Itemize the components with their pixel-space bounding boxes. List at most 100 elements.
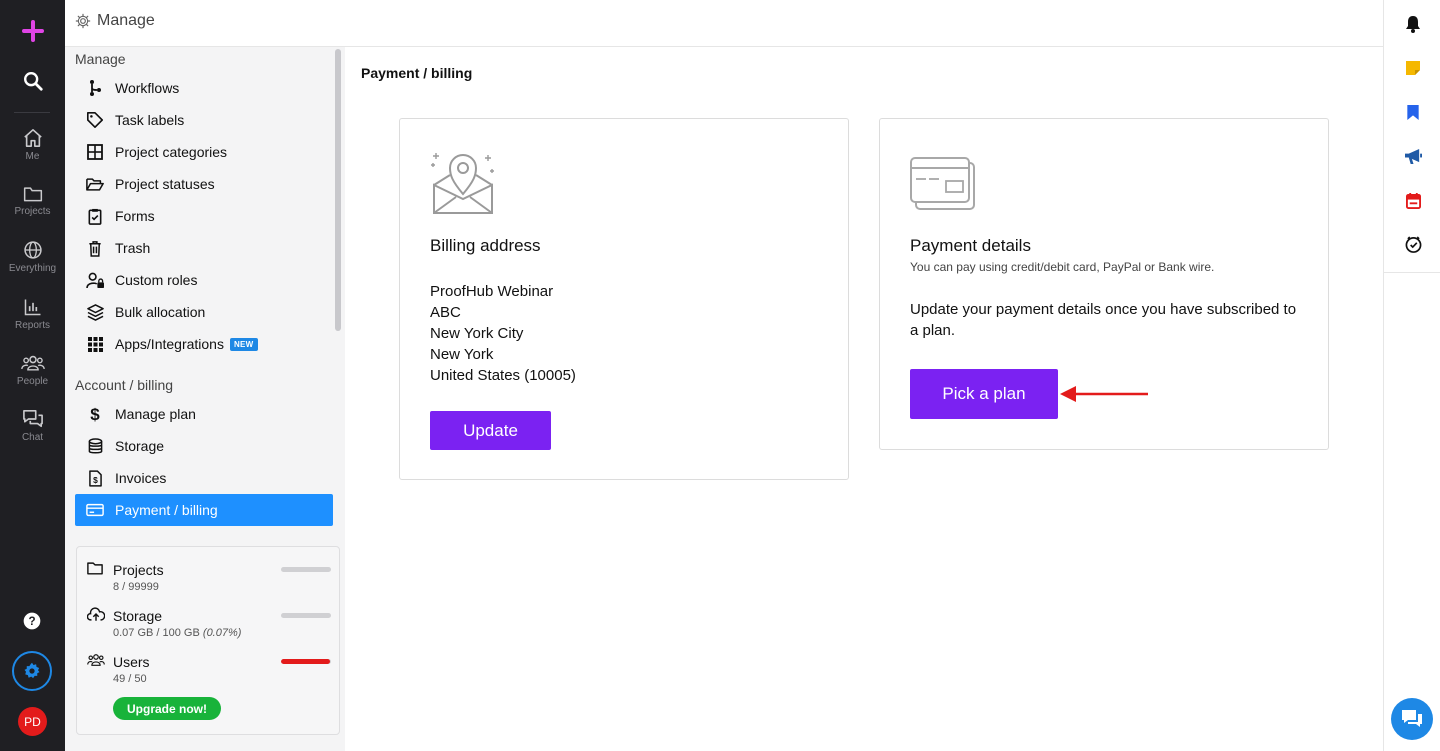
chat-widget-button[interactable] <box>1391 698 1433 740</box>
notifications-button[interactable] <box>1403 14 1423 34</box>
sidebar-item-bulk-allocation[interactable]: Bulk allocation <box>75 296 333 328</box>
notes-button[interactable] <box>1403 58 1423 78</box>
payment-message: Update your payment details once you hav… <box>910 301 1297 339</box>
sidebar-item-apps-integrations[interactable]: Apps/Integrations NEW <box>75 328 333 360</box>
svg-text:$: $ <box>93 475 98 485</box>
sidebar-item-payment-billing[interactable]: Payment / billing <box>75 494 333 526</box>
chat-icon <box>22 410 43 428</box>
sidebar-item-label: Payment / billing <box>115 502 218 518</box>
calendar-button[interactable] <box>1403 190 1423 210</box>
gear-outline-icon <box>75 13 91 29</box>
sidebar-item-invoices[interactable]: $ Invoices <box>75 462 333 494</box>
sidebar-item-trash[interactable]: Trash <box>75 232 333 264</box>
sidebar-item-label: Project categories <box>115 144 228 160</box>
sidebar-item-label: Workflows <box>115 80 180 96</box>
sidebar-item-label: Custom roles <box>115 272 198 288</box>
rail-item-label: Chat <box>21 432 44 443</box>
search-icon[interactable] <box>22 70 44 92</box>
page-title: Manage <box>75 12 155 30</box>
help-icon[interactable]: ? <box>22 611 42 631</box>
breadcrumb: Payment / billing <box>361 65 473 81</box>
trash-icon <box>89 240 101 257</box>
upgrade-button[interactable]: Upgrade now! <box>113 697 221 720</box>
usage-label: Users <box>113 654 150 670</box>
card-title: Billing address <box>430 236 541 255</box>
clock-check-icon <box>1405 235 1421 253</box>
sidebar-heading-billing: Account / billing <box>75 377 174 393</box>
rail-item-me[interactable]: Me <box>0 128 65 162</box>
sidebar-item-custom-roles[interactable]: Custom roles <box>75 264 333 296</box>
sidebar-item-label: Forms <box>115 208 155 224</box>
bookmarks-button[interactable] <box>1403 102 1423 122</box>
svg-text:?: ? <box>28 615 35 628</box>
usage-bar-projects <box>281 567 331 572</box>
chart-icon <box>24 299 40 316</box>
settings-button[interactable] <box>12 651 52 691</box>
sidebar-item-label: Project statuses <box>115 176 215 192</box>
usage-label: Projects <box>113 562 164 578</box>
add-icon[interactable] <box>20 18 46 44</box>
payment-details-text: Payment details You can pay using credit… <box>910 236 1305 341</box>
rail-item-reports[interactable]: Reports <box>0 297 65 331</box>
card-title: Payment details <box>910 236 1031 255</box>
tag-icon <box>86 111 104 129</box>
new-badge: NEW <box>229 337 258 351</box>
sidebar-scrollbar[interactable] <box>335 49 341 331</box>
home-icon <box>23 129 42 147</box>
usage-bar-users <box>281 659 331 664</box>
megaphone-icon <box>1404 148 1422 164</box>
sidebar-item-workflows[interactable]: Workflows <box>75 72 333 104</box>
usage-value: 0.07 GB / 100 GB (0.07%) <box>113 627 241 639</box>
location-envelope-icon <box>431 153 494 214</box>
workflow-icon <box>90 80 101 96</box>
page-title-text: Manage <box>97 12 155 29</box>
rail-item-chat[interactable]: Chat <box>0 409 65 443</box>
rail-item-label: Projects <box>14 206 51 217</box>
grid-icon <box>87 144 103 160</box>
database-icon <box>88 437 102 453</box>
sidebar-item-label: Task labels <box>115 112 185 128</box>
sidebar-item-manage-plan[interactable]: $ Manage plan <box>75 398 333 430</box>
sidebar-item-project-statuses[interactable]: Project statuses <box>75 168 333 200</box>
address-line: ABC <box>430 304 461 321</box>
sidebar-item-task-labels[interactable]: Task labels <box>75 104 333 136</box>
chat-bubble-icon <box>1402 710 1422 727</box>
storage-amount: 0.07 GB / 100 GB <box>113 627 200 639</box>
sidebar-item-label: Manage plan <box>115 406 196 422</box>
usage-projects: Projects 8 / 99999 <box>77 559 339 599</box>
sidebar-item-forms[interactable]: Forms <box>75 200 333 232</box>
sidebar-item-project-categories[interactable]: Project categories <box>75 136 333 168</box>
usage-users: Users 49 / 50 <box>77 651 339 691</box>
avatar[interactable]: PD <box>18 707 47 736</box>
address-line: New York City <box>430 325 524 342</box>
arrow-left-icon <box>1060 386 1148 402</box>
usage-storage: Storage 0.07 GB / 100 GB (0.07%) <box>77 605 339 645</box>
usage-value: 49 / 50 <box>113 673 147 685</box>
storage-percent: (0.07%) <box>202 627 242 639</box>
pick-a-plan-button[interactable]: Pick a plan <box>910 369 1058 419</box>
usage-label: Storage <box>113 608 163 624</box>
rail-item-people[interactable]: People <box>0 353 65 387</box>
sticky-note-icon <box>1406 61 1420 75</box>
top-bar: Manage <box>65 0 1383 47</box>
usage-bar-storage <box>281 613 331 618</box>
rail-item-projects[interactable]: Projects <box>0 185 65 217</box>
left-rail: Me Projects Everything Reports People Ch… <box>0 0 65 751</box>
announcements-button[interactable] <box>1403 146 1423 166</box>
globe-icon <box>23 241 42 259</box>
rail-item-label: Reports <box>14 320 50 331</box>
apps-icon <box>87 336 103 352</box>
address-line: ProofHub Webinar <box>430 283 554 300</box>
user-lock-icon <box>85 272 104 288</box>
update-button[interactable]: Update <box>430 411 551 450</box>
rail-item-label: People <box>16 376 49 387</box>
main-content: Payment / billing Billing address ProofH… <box>345 47 1383 751</box>
sidebar-item-storage[interactable]: Storage <box>75 430 333 462</box>
folder-icon <box>87 562 103 575</box>
rail-item-everything[interactable]: Everything <box>0 240 65 274</box>
folder-open-icon <box>86 177 104 191</box>
usage-panel: Projects 8 / 99999 Storage 0.07 GB / 100… <box>76 546 340 735</box>
sidebar-heading-manage: Manage <box>75 51 126 67</box>
timesheet-button[interactable] <box>1403 234 1423 254</box>
bookmark-icon <box>1407 104 1419 120</box>
